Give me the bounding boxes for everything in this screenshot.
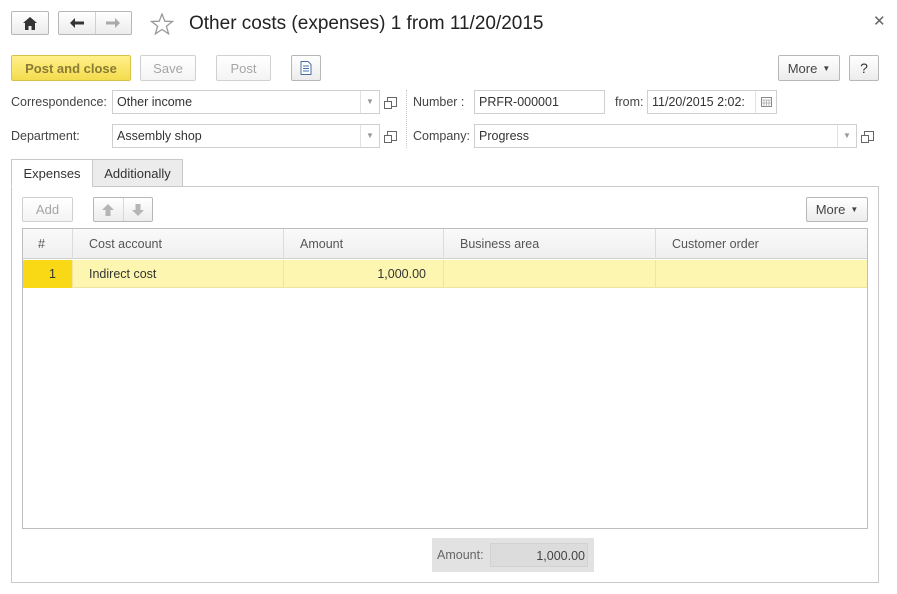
- home-icon: [23, 16, 37, 30]
- report-button[interactable]: [291, 55, 321, 81]
- cell-cost-account[interactable]: Indirect cost: [73, 260, 284, 288]
- help-button[interactable]: ?: [849, 55, 879, 81]
- department-value: Assembly shop: [117, 129, 202, 143]
- company-open-button[interactable]: [860, 124, 878, 148]
- company-field[interactable]: Progress ▼: [474, 124, 857, 148]
- table-header: # Cost account Amount Business area Cust…: [23, 229, 867, 259]
- document-icon: [300, 61, 312, 75]
- cell-amount[interactable]: 1,000.00: [284, 260, 444, 288]
- company-label: Company:: [413, 129, 470, 143]
- company-value: Progress: [479, 129, 530, 143]
- table-more-label: More: [815, 202, 846, 217]
- tab-expenses[interactable]: Expenses: [11, 159, 93, 187]
- open-window-icon: [384, 131, 397, 143]
- column-header-amount[interactable]: Amount: [284, 229, 444, 259]
- open-window-icon: [861, 131, 874, 143]
- column-header-number[interactable]: #: [23, 229, 73, 259]
- forward-button[interactable]: [96, 12, 132, 34]
- correspondence-value: Other income: [117, 95, 193, 109]
- arrow-right-icon: [106, 18, 121, 28]
- department-open-button[interactable]: [383, 124, 401, 148]
- expenses-table: # Cost account Amount Business area Cust…: [22, 228, 868, 529]
- post-button[interactable]: Post: [216, 55, 271, 81]
- table-more-button[interactable]: More ▼: [806, 197, 868, 222]
- cell-business-area[interactable]: [444, 260, 656, 288]
- arrow-left-icon: [69, 18, 84, 28]
- more-label: More: [787, 60, 818, 76]
- close-icon[interactable]: ✕: [873, 12, 886, 30]
- chevron-down-icon[interactable]: ▼: [360, 125, 379, 147]
- favorite-star-icon[interactable]: [150, 13, 174, 35]
- number-field[interactable]: PRFR-000001: [474, 90, 605, 114]
- open-window-icon: [384, 97, 397, 109]
- tab-additionally[interactable]: Additionally: [92, 159, 183, 187]
- total-amount-box: Amount: 1,000.00: [432, 538, 594, 572]
- add-row-button[interactable]: Add: [22, 197, 73, 222]
- post-and-close-button[interactable]: Post and close: [11, 55, 131, 81]
- calendar-icon[interactable]: [755, 91, 776, 113]
- arrow-down-icon: [131, 203, 144, 216]
- column-header-business-area[interactable]: Business area: [444, 229, 656, 259]
- date-field[interactable]: 11/20/2015 2:02:: [647, 90, 777, 114]
- column-header-customer-order[interactable]: Customer order: [656, 229, 867, 259]
- page-title: Other costs (expenses) 1 from 11/20/2015: [189, 13, 544, 34]
- date-value: 11/20/2015 2:02:: [652, 95, 745, 109]
- cell-customer-order[interactable]: [656, 260, 867, 288]
- move-down-button[interactable]: [124, 198, 153, 221]
- department-field[interactable]: Assembly shop ▼: [112, 124, 380, 148]
- chevron-down-icon[interactable]: ▼: [360, 91, 379, 113]
- chevron-down-icon[interactable]: ▼: [837, 125, 856, 147]
- correspondence-label: Correspondence:: [11, 95, 107, 109]
- department-label: Department:: [11, 129, 80, 143]
- column-header-cost-account[interactable]: Cost account: [73, 229, 284, 259]
- table-row[interactable]: 1 Indirect cost 1,000.00: [23, 260, 867, 288]
- home-button[interactable]: [11, 11, 49, 35]
- nav-back-forward: [58, 11, 132, 35]
- move-buttons: [93, 197, 153, 222]
- correspondence-open-button[interactable]: [383, 90, 401, 114]
- move-up-button[interactable]: [94, 198, 124, 221]
- back-button[interactable]: [59, 12, 96, 34]
- cell-number[interactable]: 1: [23, 260, 73, 288]
- save-button[interactable]: Save: [140, 55, 196, 81]
- from-label: from:: [615, 95, 644, 109]
- total-amount-value: 1,000.00: [490, 543, 588, 567]
- header-separator: [406, 90, 407, 148]
- arrow-up-icon: [102, 203, 115, 216]
- chevron-down-icon: ▼: [822, 63, 831, 73]
- correspondence-field[interactable]: Other income ▼: [112, 90, 380, 114]
- more-button[interactable]: More ▼: [778, 55, 840, 81]
- number-label: Number :: [413, 95, 465, 109]
- chevron-down-icon: ▼: [850, 205, 859, 214]
- total-amount-label: Amount:: [437, 548, 484, 562]
